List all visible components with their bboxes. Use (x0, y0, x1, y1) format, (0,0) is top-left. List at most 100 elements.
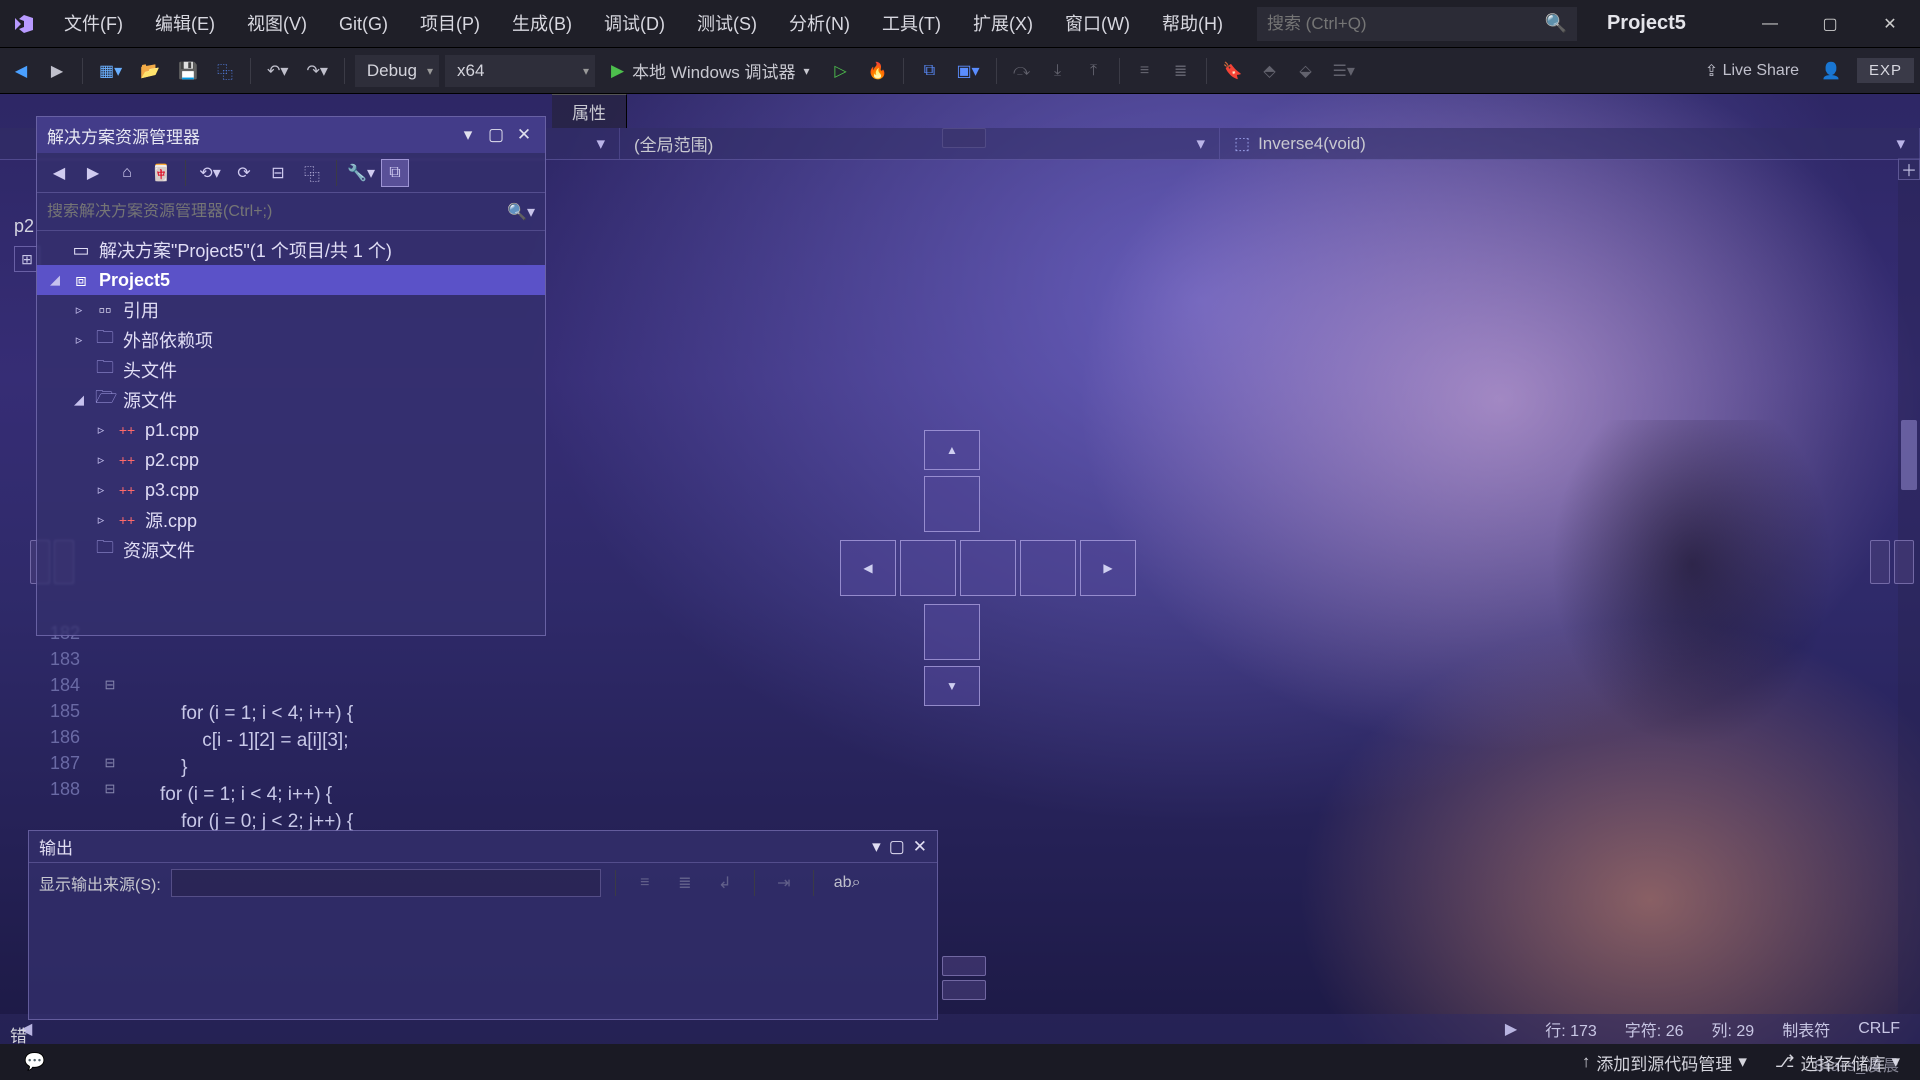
output-find-button[interactable]: ab⌕ (828, 867, 867, 899)
tree-file[interactable]: ▹ ++ 源.cpp (37, 505, 545, 535)
global-search[interactable]: 🔍 (1257, 7, 1577, 41)
se-search-input[interactable] (47, 203, 507, 221)
split-editor-button[interactable]: ＋ (1898, 158, 1920, 180)
solution-explorer-search[interactable]: 🔍▾ (37, 193, 545, 231)
solution-explorer-titlebar[interactable]: 解决方案资源管理器 ▾ ▢ ✕ (37, 117, 545, 153)
se-showall-button[interactable]: ⿻ (298, 159, 326, 187)
exp-badge[interactable]: EXP (1857, 58, 1914, 83)
redo-button[interactable]: ↷▾ (300, 55, 333, 87)
menu-project[interactable]: 项目(P) (404, 0, 496, 48)
menu-window[interactable]: 窗口(W) (1049, 0, 1146, 48)
dock-guide-right[interactable] (1020, 540, 1076, 596)
bookmark-prev-icon[interactable]: ⬘ (1255, 55, 1285, 87)
expand-icon[interactable]: ◢ (71, 392, 87, 408)
save-all-button[interactable]: ⿻ (210, 55, 240, 87)
tree-node-sources[interactable]: ◢ 🗁 源文件 (37, 385, 545, 415)
start-debug-button[interactable]: ▶ 本地 Windows 调试器 ▾ (601, 55, 820, 87)
expand-icon[interactable]: ▹ (71, 332, 87, 348)
tree-node-external[interactable]: ▹ 🗀 外部依赖项 (37, 325, 545, 355)
menu-test[interactable]: 测试(S) (681, 0, 773, 48)
indent-less-icon[interactable]: ≡ (1130, 55, 1160, 87)
se-sync-button[interactable]: ⟲▾ (196, 159, 224, 187)
browser-link-button[interactable]: ⧉ (914, 55, 944, 87)
menu-build[interactable]: 生成(B) (496, 0, 588, 48)
dock-right-arrow[interactable] (1894, 540, 1914, 584)
dock-guide-top-arrow[interactable]: ▲ (924, 430, 980, 470)
panel-close-button[interactable]: ✕ (913, 837, 927, 857)
output-wrap-button[interactable]: ↲ (710, 867, 740, 899)
se-switch-view-button[interactable]: 🀄 (147, 159, 175, 187)
panel-maximize-button[interactable]: ▢ (485, 124, 507, 146)
layout-button[interactable]: ▣▾ (950, 55, 985, 87)
expand-icon[interactable]: ▹ (93, 512, 109, 528)
menu-debug[interactable]: 调试(D) (588, 0, 681, 48)
tree-project[interactable]: ◢ ⧈ Project5 (37, 265, 545, 295)
breadcrumb-scope[interactable]: (全局范围) ▾ (620, 128, 1220, 159)
scrollbar-thumb[interactable] (1901, 420, 1917, 490)
se-refresh-button[interactable]: ⟳ (230, 159, 258, 187)
panel-maximize-button[interactable]: ▢ (889, 837, 905, 857)
tree-node-headers[interactable]: 🗀 头文件 (37, 355, 545, 385)
bookmark-list-icon[interactable]: ☰▾ (1327, 55, 1361, 87)
panel-dropdown-button[interactable]: ▾ (457, 124, 479, 146)
se-preview-button[interactable]: ⧉ (381, 159, 409, 187)
dock-guide-left-arrow[interactable]: ◀ (840, 540, 896, 596)
dock-guide-center[interactable] (960, 540, 1016, 596)
maximize-button[interactable]: ▢ (1800, 0, 1860, 48)
menu-git[interactable]: Git(G) (323, 0, 404, 48)
dock-bottom-handle[interactable] (942, 956, 986, 976)
menu-extensions[interactable]: 扩展(X) (957, 0, 1049, 48)
editor-scrollbar[interactable] (1898, 160, 1920, 1014)
open-button[interactable]: 📂 (134, 55, 166, 87)
se-home-button[interactable]: ⌂ (113, 159, 141, 187)
dock-guide-left[interactable] (900, 540, 956, 596)
tab-p2[interactable]: p2 (14, 216, 34, 237)
panel-dropdown-button[interactable]: ▾ (872, 837, 881, 857)
menu-tools[interactable]: 工具(T) (866, 0, 957, 48)
tab-properties[interactable]: 属性 (552, 94, 627, 128)
solution-explorer-panel[interactable]: 解决方案资源管理器 ▾ ▢ ✕ ◀ ▶ ⌂ 🀄 ⟲▾ ⟳ ⊟ ⿻ 🔧▾ ⧉ 🔍▾… (36, 116, 546, 636)
tree-file[interactable]: ▹ ++ p3.cpp (37, 475, 545, 505)
dock-right-handle[interactable] (1870, 540, 1890, 584)
panel-close-button[interactable]: ✕ (513, 124, 535, 146)
nav-fwd-button[interactable]: ▶ (42, 55, 72, 87)
undo-button[interactable]: ↶▾ (261, 55, 294, 87)
menu-analyze[interactable]: 分析(N) (773, 0, 866, 48)
se-back-button[interactable]: ◀ (45, 159, 73, 187)
output-panel[interactable]: 输出 ▾ ▢ ✕ 显示输出来源(S): ≡ ≣ ↲ ⇥ ab⌕ (28, 830, 938, 1020)
se-collapse-button[interactable]: ⊟ (264, 159, 292, 187)
menu-edit[interactable]: 编辑(E) (139, 0, 231, 48)
indent-more-icon[interactable]: ≣ (1166, 55, 1196, 87)
live-share-button[interactable]: ⇪ Live Share (1699, 55, 1805, 87)
step-over-icon[interactable]: ⤼ (1007, 55, 1037, 87)
step-into-icon[interactable]: ⤓ (1043, 55, 1073, 87)
expand-icon[interactable]: ▹ (71, 302, 87, 318)
hot-reload-button[interactable]: 🔥 (862, 55, 894, 87)
config-select[interactable]: Debug (355, 55, 439, 87)
menu-help[interactable]: 帮助(H) (1146, 0, 1239, 48)
step-out-icon[interactable]: ⤒ (1079, 55, 1109, 87)
solution-tree[interactable]: ▭ 解决方案"Project5"(1 个项目/共 1 个) ◢ ⧈ Projec… (37, 231, 545, 635)
expand-icon[interactable]: ◢ (47, 272, 63, 288)
close-button[interactable]: ✕ (1860, 0, 1920, 48)
expand-icon[interactable]: ▹ (93, 452, 109, 468)
se-fwd-button[interactable]: ▶ (79, 159, 107, 187)
start-no-debug-button[interactable]: ▷ (826, 55, 856, 87)
tree-node-resources[interactable]: 🗀 资源文件 (37, 535, 545, 565)
expand-icon[interactable]: ▹ (93, 422, 109, 438)
search-input[interactable] (1267, 14, 1545, 34)
menu-view[interactable]: 视图(V) (231, 0, 323, 48)
dock-guide-bottom[interactable] (924, 604, 980, 660)
dock-guide-right-arrow[interactable]: ▶ (1080, 540, 1136, 596)
platform-select[interactable]: x64 (445, 55, 595, 87)
tree-node-references[interactable]: ▹ ▫▫ 引用 (37, 295, 545, 325)
save-button[interactable]: 💾 (172, 55, 204, 87)
breadcrumb-symbol[interactable]: ⬚ Inverse4(void) ▾ (1220, 128, 1920, 159)
bookmark-icon[interactable]: 🔖 (1217, 55, 1249, 87)
dock-guide-top[interactable] (924, 476, 980, 532)
new-item-button[interactable]: ▦▾ (93, 55, 128, 87)
output-clear-button[interactable]: ≡ (630, 867, 660, 899)
dock-guide-bottom-arrow[interactable]: ▼ (924, 666, 980, 706)
bookmark-next-icon[interactable]: ⬙ (1291, 55, 1321, 87)
tree-solution[interactable]: ▭ 解决方案"Project5"(1 个项目/共 1 个) (37, 235, 545, 265)
